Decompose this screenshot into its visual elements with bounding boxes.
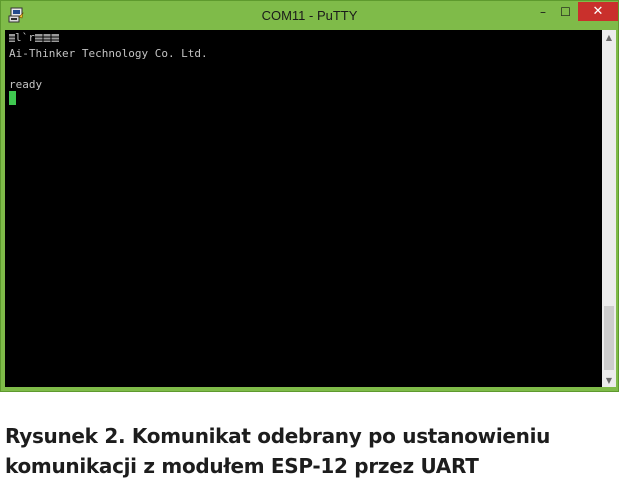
maximize-button[interactable]: ☐: [554, 2, 577, 21]
caption-line-1: Rysunek 2. Komunikat odebrany po ustanow…: [5, 424, 551, 448]
scroll-down-button[interactable]: ▼: [602, 373, 616, 387]
title-bar[interactable]: COM11 - PuTTY – ☐ ✕: [1, 1, 618, 30]
terminal-garbage-text: l`r: [15, 31, 35, 44]
scrollbar-thumb[interactable]: [604, 306, 614, 370]
scroll-up-button[interactable]: ▲: [602, 30, 616, 44]
garbled-bytes-icon: [34, 34, 59, 42]
vertical-scrollbar[interactable]: ▲ ▼: [602, 30, 616, 387]
minimize-button[interactable]: –: [532, 2, 554, 21]
terminal-line-vendor: Ai-Thinker Technology Co. Ltd.: [9, 47, 208, 60]
close-button[interactable]: ✕: [578, 2, 618, 21]
caption-line-2: komunikacji z modułem ESP-12 przez UART: [5, 454, 479, 478]
putty-window: COM11 - PuTTY – ☐ ✕ l`r Ai-Thinker Techn…: [0, 0, 619, 392]
figure-caption: Rysunek 2. Komunikat odebrany po ustanow…: [5, 421, 620, 481]
terminal-line-ready: ready: [9, 78, 43, 91]
terminal-cursor: [9, 91, 16, 105]
terminal-line-garbage: l`r: [9, 30, 59, 45]
terminal-output[interactable]: l`r Ai-Thinker Technology Co. Ltd. ready: [5, 30, 602, 387]
window-title: COM11 - PuTTY: [261, 8, 358, 23]
